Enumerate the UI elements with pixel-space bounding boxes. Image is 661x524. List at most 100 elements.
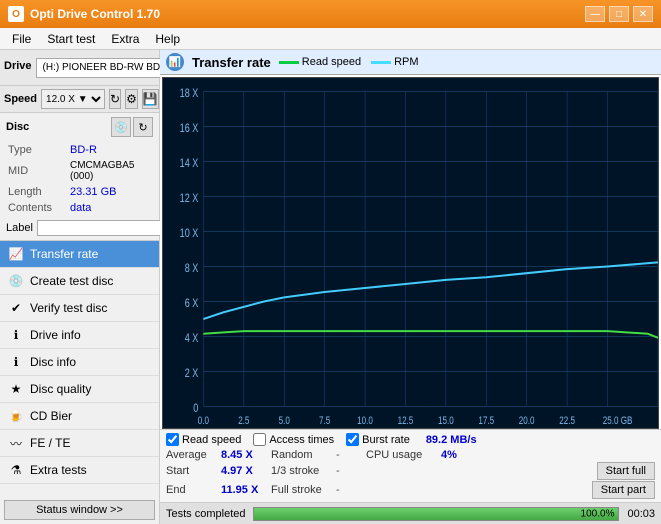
nav-disc-info-label: Disc info xyxy=(30,355,76,369)
nav-disc-quality[interactable]: ★ Disc quality xyxy=(0,376,159,403)
end-value: 11.95 X xyxy=(221,484,271,496)
chart-container: 18 X 16 X 14 X 12 X 10 X 8 X 6 X 4 X 2 X… xyxy=(162,77,659,429)
verify-disc-icon: ✔ xyxy=(8,300,24,316)
nav-cd-bier-label: CD Bier xyxy=(30,409,72,423)
speed-select[interactable]: 12.0 X ▼ xyxy=(41,89,105,109)
start-label: Start xyxy=(166,465,221,477)
stroke13-label: 1/3 stroke xyxy=(271,465,336,477)
mid-value: CMCMAGBA5 (000) xyxy=(70,159,151,183)
nav-verify-test-disc[interactable]: ✔ Verify test disc xyxy=(0,295,159,322)
svg-text:16 X: 16 X xyxy=(180,122,199,136)
drive-label: Drive xyxy=(4,60,32,72)
chart-svg: 18 X 16 X 14 X 12 X 10 X 8 X 6 X 4 X 2 X… xyxy=(163,78,658,428)
app-title: Opti Drive Control 1.70 xyxy=(30,7,160,21)
stats-row-end: End 11.95 X Full stroke - Start part xyxy=(166,481,655,499)
svg-text:0.0: 0.0 xyxy=(198,415,209,427)
cd-bier-icon: 🍺 xyxy=(8,408,24,424)
nav-drive-info[interactable]: ℹ Drive info xyxy=(0,322,159,349)
menu-file[interactable]: File xyxy=(4,30,39,48)
svg-text:12 X: 12 X xyxy=(180,192,199,206)
nav-cd-bier[interactable]: 🍺 CD Bier xyxy=(0,403,159,430)
title-bar: O Opti Drive Control 1.70 — □ ✕ xyxy=(0,0,661,28)
speed-section: Speed 12.0 X ▼ ↻ ⚙ 💾 xyxy=(0,86,159,113)
nav-section: 📈 Transfer rate 💿 Create test disc ✔ Ver… xyxy=(0,241,159,496)
nav-fe-te[interactable]: 〰 FE / TE xyxy=(0,430,159,457)
contents-value: data xyxy=(70,201,151,215)
svg-text:25.0 GB: 25.0 GB xyxy=(603,415,633,427)
svg-text:2.5: 2.5 xyxy=(238,415,249,427)
label-label: Label xyxy=(6,222,33,234)
read-speed-checkbox[interactable] xyxy=(166,433,179,446)
contents-label: Contents xyxy=(8,201,68,215)
access-times-checkbox[interactable] xyxy=(253,433,266,446)
stats-row-average: Average 8.45 X Random - CPU usage 4% xyxy=(166,449,655,461)
stats-rows: Average 8.45 X Random - CPU usage 4% Sta… xyxy=(166,449,655,499)
read-speed-legend-label: Read speed xyxy=(302,56,361,68)
chart-header: 📊 Transfer rate Read speed RPM xyxy=(160,50,661,75)
svg-text:12.5: 12.5 xyxy=(398,415,414,427)
svg-text:2 X: 2 X xyxy=(185,367,199,381)
nav-transfer-rate[interactable]: 📈 Transfer rate xyxy=(0,241,159,268)
svg-text:4 X: 4 X xyxy=(185,332,199,346)
disc-section-label: Disc xyxy=(6,121,29,133)
start-full-button[interactable]: Start full xyxy=(597,462,655,480)
length-label: Length xyxy=(8,185,68,199)
rpm-legend-color xyxy=(371,61,391,64)
speed-refresh-button[interactable]: ↻ xyxy=(109,89,121,109)
svg-text:8 X: 8 X xyxy=(185,262,199,276)
type-label: Type xyxy=(8,143,68,157)
svg-text:0: 0 xyxy=(193,402,198,416)
svg-text:20.0: 20.0 xyxy=(519,415,535,427)
full-stroke-value: - xyxy=(336,484,366,496)
progress-bar: 100.0% xyxy=(253,507,619,521)
full-stroke-label: Full stroke xyxy=(271,484,336,496)
random-value: - xyxy=(336,449,366,461)
status-window-button[interactable]: Status window >> xyxy=(4,500,155,520)
nav-create-test-disc[interactable]: 💿 Create test disc xyxy=(0,268,159,295)
nav-extra-tests[interactable]: ⚗ Extra tests xyxy=(0,457,159,484)
maximize-button[interactable]: □ xyxy=(609,6,629,22)
speed-config-button[interactable]: ⚙ xyxy=(125,89,138,109)
svg-text:10 X: 10 X xyxy=(180,227,199,241)
access-times-checkbox-label: Access times xyxy=(269,434,334,446)
svg-text:17.5: 17.5 xyxy=(478,415,494,427)
start-value: 4.97 X xyxy=(221,465,271,477)
disc-refresh-button[interactable]: ↻ xyxy=(133,117,153,137)
burst-rate-checkbox[interactable] xyxy=(346,433,359,446)
minimize-button[interactable]: — xyxy=(585,6,605,22)
length-value: 23.31 GB xyxy=(70,185,151,199)
burst-rate-value: 89.2 MB/s xyxy=(426,434,477,446)
read-speed-legend-color xyxy=(279,61,299,64)
nav-drive-info-label: Drive info xyxy=(30,328,81,342)
content-area: 📊 Transfer rate Read speed RPM xyxy=(160,50,661,524)
cpu-value: 4% xyxy=(441,449,457,461)
label-input[interactable] xyxy=(37,220,175,236)
svg-text:22.5: 22.5 xyxy=(559,415,575,427)
nav-disc-quality-label: Disc quality xyxy=(30,382,91,396)
rpm-legend-label: RPM xyxy=(394,56,418,68)
disc-table: Type BD-R MID CMCMAGBA5 (000) Length 23.… xyxy=(6,141,153,217)
start-part-button[interactable]: Start part xyxy=(592,481,655,499)
elapsed-time: 00:03 xyxy=(627,508,655,520)
transfer-rate-icon: 📈 xyxy=(8,246,24,262)
create-disc-icon: 💿 xyxy=(8,273,24,289)
svg-text:18 X: 18 X xyxy=(180,87,199,101)
random-label: Random xyxy=(271,449,336,461)
nav-create-test-disc-label: Create test disc xyxy=(30,274,113,288)
nav-disc-info[interactable]: ℹ Disc info xyxy=(0,349,159,376)
disc-info-panel: Disc 💿 ↻ Type BD-R MID CMCMAGBA5 (000) L… xyxy=(0,113,159,241)
fe-te-icon: 〰 xyxy=(8,435,24,451)
close-button[interactable]: ✕ xyxy=(633,6,653,22)
status-bar: Tests completed 100.0% 00:03 xyxy=(160,502,661,524)
speed-save-button[interactable]: 💾 xyxy=(142,89,159,109)
extra-tests-icon: ⚗ xyxy=(8,462,24,478)
menu-help[interactable]: Help xyxy=(147,30,188,48)
svg-text:14 X: 14 X xyxy=(180,157,199,171)
speed-label: Speed xyxy=(4,93,37,105)
menu-extra[interactable]: Extra xyxy=(103,30,147,48)
chart-title: Transfer rate xyxy=(192,55,271,70)
cpu-label: CPU usage xyxy=(366,449,441,461)
svg-text:5.0: 5.0 xyxy=(279,415,290,427)
progress-bar-fill xyxy=(254,508,618,520)
menu-start-test[interactable]: Start test xyxy=(39,30,103,48)
